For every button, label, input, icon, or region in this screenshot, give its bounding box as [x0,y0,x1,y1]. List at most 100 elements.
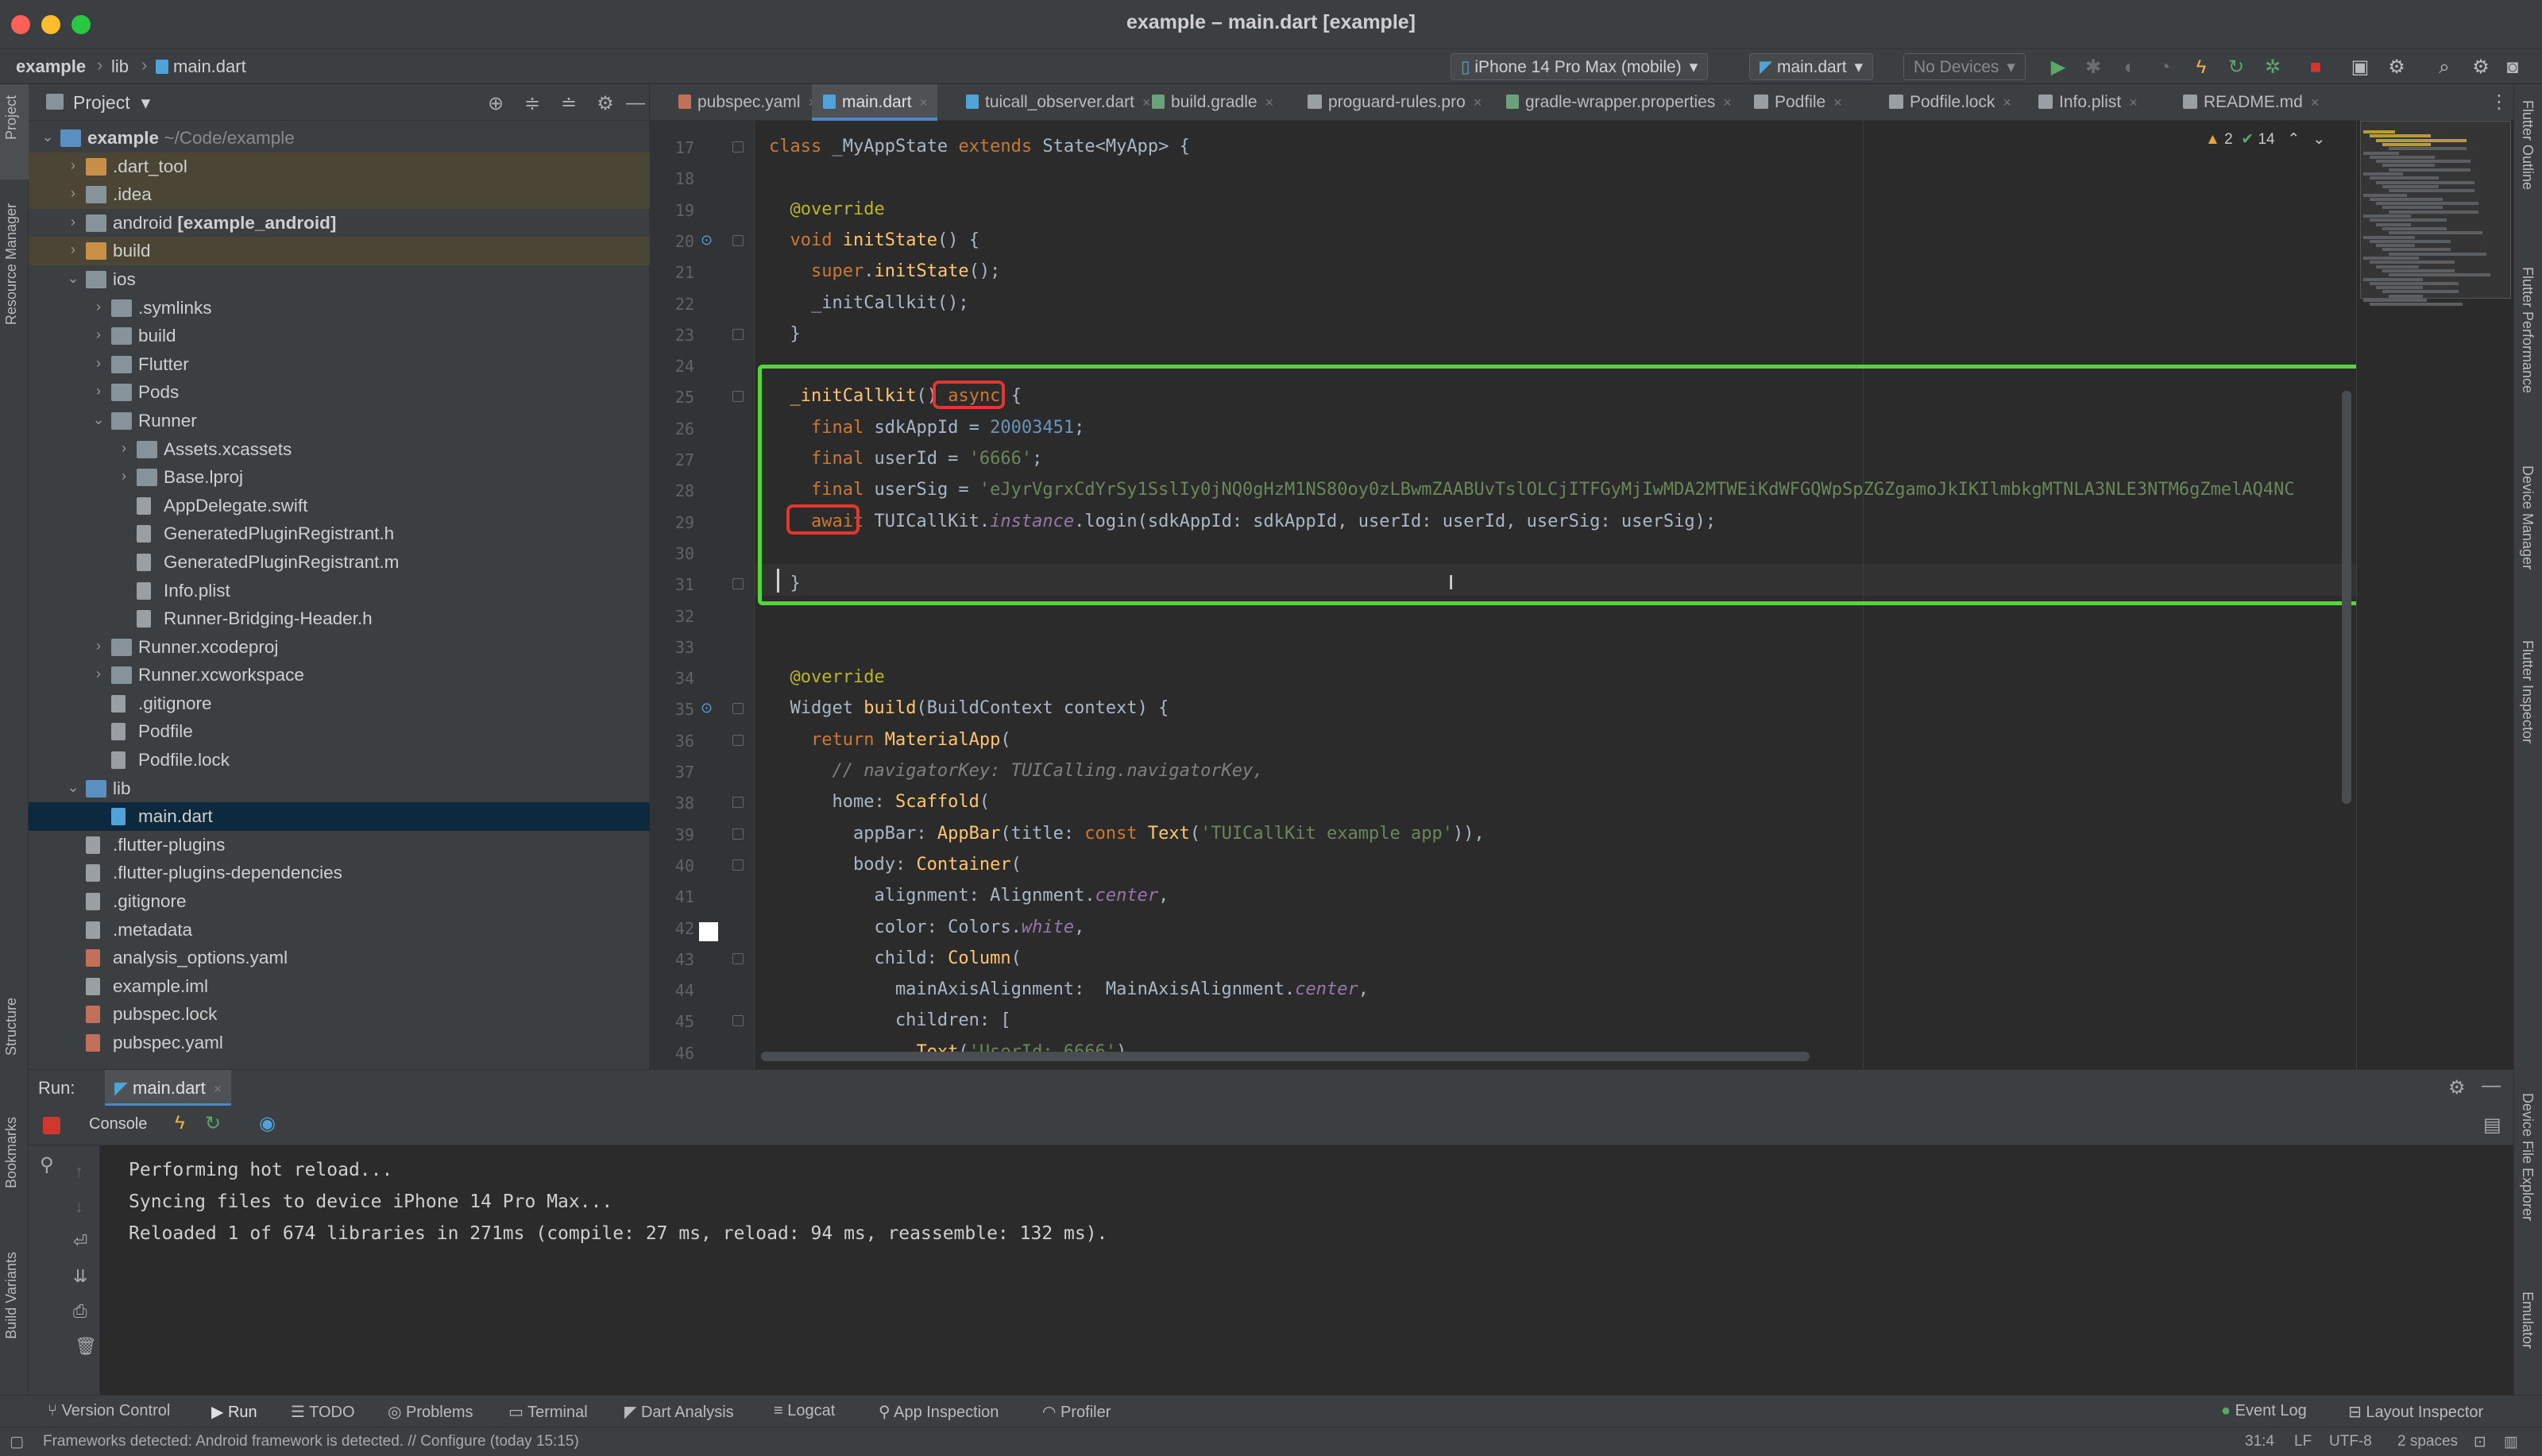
tree-item[interactable]: ⌄ lib [29,774,650,803]
close-tab-icon[interactable]: × [214,1081,222,1097]
override-marker-icon[interactable]: ⊙ [701,700,713,716]
locate-file-icon[interactable]: ⊕ [485,92,507,115]
close-tab-icon[interactable]: × [1265,95,1274,110]
chevron-down-icon[interactable]: ⌄ [65,270,81,287]
tool-window-build-variants[interactable]: Build Variants [3,1252,20,1339]
fold-marker-icon[interactable] [732,828,744,840]
device-manager-icon[interactable]: ▣ [2350,57,2370,78]
run-config-selector[interactable]: ◤ main.dart ▾ [1749,53,1874,80]
scroll-to-end-icon[interactable]: ⇊ [73,1266,87,1287]
target-devices-selector[interactable]: No Devices ▾ [1903,53,2026,80]
tool-window-flutter-outline[interactable]: Flutter Outline [2519,100,2536,190]
chevron-right-icon[interactable]: › [91,299,106,315]
tree-item[interactable]: › build [29,237,650,265]
hot-reload-icon[interactable]: ϟ [2191,57,2212,78]
bottom-tool-terminal[interactable]: ▭ Terminal [508,1402,588,1422]
layout-options-icon[interactable]: ▤ [2483,1114,2501,1137]
tool-window-bookmarks[interactable]: Bookmarks [3,1117,20,1188]
tab-actions-more-icon[interactable]: ⋮ [2490,91,2509,114]
fold-marker-icon[interactable] [732,859,744,871]
chevron-right-icon[interactable]: › [91,666,106,682]
close-tab-icon[interactable]: × [1833,95,1842,110]
expand-all-icon[interactable]: ≑ [521,92,543,115]
tree-item[interactable]: › build [29,322,650,350]
vertical-scrollbar[interactable] [2342,391,2351,804]
tree-item[interactable]: Runner-Bridging-Header.h [29,604,650,633]
bottom-tool-layout-inspector[interactable]: ⊟ Layout Inspector [2348,1402,2483,1422]
chevron-right-icon[interactable]: › [116,440,132,457]
clear-console-icon[interactable]: 🗑 [75,1336,97,1357]
chevron-right-icon[interactable]: › [116,468,132,485]
chevron-right-icon[interactable]: › [91,326,106,343]
run-console[interactable]: ⚲ ↑ ↓ ⏎ ⇊ ⎙ 🗑 Performing hot reload... S… [29,1145,2513,1400]
tool-window-resource-manager[interactable]: Resource Manager [3,203,20,325]
chevron-up-icon[interactable]: ⌃ [2287,131,2300,148]
fold-marker-icon[interactable] [732,734,744,746]
chevron-down-icon[interactable]: ⌄ [91,411,106,428]
tool-window-flutter-performance[interactable]: Flutter Performance [2519,267,2536,393]
pin-tab-icon[interactable]: ⚲ [40,1153,54,1176]
editor-tab[interactable]: gradle-wrapper.properties × [1495,84,1741,121]
hide-panel-icon[interactable]: — [624,92,647,114]
profile-icon[interactable]: ◔ [2154,57,2175,78]
editor-tab[interactable]: pubspec.yaml× [667,84,826,121]
editor-tab[interactable]: build.gradle × [1141,84,1283,121]
close-tab-icon[interactable]: × [2003,95,2011,110]
run-icon[interactable]: ▶ [2048,57,2069,78]
tree-item[interactable]: AppDelegate.swift [29,492,650,520]
console-tab[interactable]: Console [89,1115,147,1134]
bottom-tool-logcat[interactable]: ≡ Logcat [774,1402,835,1420]
status-toggle-icon[interactable]: ▢ [10,1433,24,1451]
account-avatar-icon[interactable]: ◙ [2502,57,2523,78]
fold-marker-icon[interactable] [732,234,744,246]
fold-marker-icon[interactable] [732,703,744,715]
stop-icon[interactable]: ■ [2305,57,2326,78]
close-tab-icon[interactable]: × [1723,95,1732,110]
run-config-tab[interactable]: ◤ main.dart × [105,1070,232,1106]
run-settings-gear-icon[interactable]: ⚙ [2448,1076,2466,1099]
tree-item[interactable]: .metadata [29,916,650,944]
fold-marker-icon[interactable] [732,1015,744,1027]
tree-item[interactable]: › .dart_tool [29,152,650,181]
soft-wrap-icon[interactable]: ⏎ [73,1231,87,1252]
chevron-right-icon[interactable]: › [65,185,81,202]
settings-gear-icon[interactable]: ⚙ [2471,57,2491,78]
lock-icon[interactable]: ⊡ [2474,1433,2486,1451]
search-icon[interactable]: ⌕ [2434,57,2455,78]
coverage-icon[interactable]: ◐ [2119,57,2140,78]
tree-item[interactable]: › Assets.xcassets [29,435,650,464]
tree-item[interactable]: GeneratedPluginRegistrant.m [29,548,650,577]
tool-window-device-file-explorer[interactable]: Device File Explorer [2519,1093,2536,1221]
bottom-tool-event-log[interactable]: ● Event Log [2221,1402,2307,1420]
scroll-up-icon[interactable]: ↑ [75,1161,83,1182]
scroll-down-icon[interactable]: ↓ [75,1196,83,1217]
code-editor[interactable]: 17 18 19 20 21 22 23 24 25 26 27 28 29 30 31 32 33 34 35 36… [650,121,2513,1069]
breadcrumb-project[interactable]: example [16,56,86,77]
tree-item[interactable]: main.dart [29,802,650,831]
attach-debugger-icon[interactable]: ✲ [2262,57,2283,78]
chevron-right-icon[interactable]: › [65,214,81,230]
tree-item[interactable]: pubspec.yaml [29,1029,650,1057]
hot-restart-icon[interactable]: ↻ [2226,57,2246,78]
hide-run-panel-icon[interactable]: — [2482,1075,2501,1097]
tree-item[interactable]: GeneratedPluginRegistrant.h [29,519,650,548]
fold-marker-icon[interactable] [732,141,744,153]
tree-item[interactable]: ⌄ ios [29,265,650,294]
tool-window-flutter-inspector[interactable]: Flutter Inspector [2519,640,2536,743]
hot-reload-icon[interactable]: ϟ [175,1112,185,1134]
caret-position[interactable]: 31:4 [2245,1433,2274,1450]
tree-item[interactable]: example.iml [29,972,650,1001]
breadcrumb-file[interactable]: main.dart [156,56,246,77]
tree-item[interactable]: .gitignore [29,887,650,916]
tree-item[interactable]: pubspec.lock [29,1000,650,1029]
tool-window-project[interactable]: Project [3,95,20,140]
editor-tab[interactable]: proguard-rules.pro × [1296,84,1491,121]
project-view-selector[interactable]: Project ▾ [73,92,150,114]
horizontal-scrollbar[interactable] [761,1052,1810,1061]
chevron-right-icon[interactable]: › [65,157,81,174]
tree-item[interactable]: › Runner.xcodeproj [29,633,650,662]
fold-marker-icon[interactable] [732,391,744,403]
tree-item[interactable]: › .symlinks [29,294,650,322]
tree-item[interactable]: › Runner.xcworkspace [29,661,650,689]
tree-item[interactable]: analysis_options.yaml [29,944,650,972]
